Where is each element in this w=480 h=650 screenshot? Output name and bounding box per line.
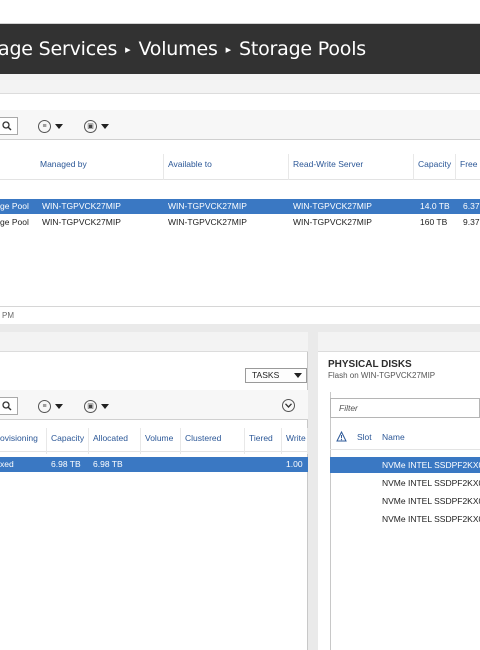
section-header-band bbox=[0, 74, 480, 94]
vdisk-write: 1.00 bbox=[286, 459, 303, 469]
pool-rw-server: WIN-TGPVCK27MIP bbox=[293, 217, 372, 227]
storage-pools-table-header: Managed by Available to Read-Write Serve… bbox=[0, 154, 480, 180]
physical-disks-section: PHYSICAL DISKS Flash on WIN-TGPVCK27MIP … bbox=[318, 332, 480, 650]
column-capacity[interactable]: Capacity bbox=[47, 428, 89, 454]
save-query-button[interactable]: ▣ bbox=[84, 117, 109, 135]
save-query-button[interactable]: ▣ bbox=[84, 397, 109, 415]
storage-pool-row[interactable]: ge Pool WIN-TGPVCK27MIP WIN-TGPVCK27MIP … bbox=[0, 215, 480, 230]
column-tiered[interactable]: Tiered bbox=[245, 428, 282, 454]
save-query-icon: ▣ bbox=[84, 399, 97, 413]
virtual-disks-section: TASKS ≡ ▣ ovisioning Capacity Allocated … bbox=[0, 332, 308, 650]
physical-disk-row[interactable]: NVMe INTEL SSDPF2KX0 bbox=[330, 511, 480, 527]
list-view-icon: ≡ bbox=[38, 399, 51, 413]
dropdown-arrow-icon bbox=[294, 373, 302, 378]
save-query-icon: ▣ bbox=[84, 119, 97, 133]
physical-disk-row[interactable]: NVMe INTEL SSDPF2KX0 bbox=[330, 493, 480, 509]
list-view-icon: ≡ bbox=[38, 119, 51, 133]
view-options-button[interactable]: ≡ bbox=[38, 397, 63, 415]
section-header-band bbox=[0, 332, 308, 352]
window-top-strip bbox=[0, 0, 480, 24]
pool-free: 6.37 bbox=[463, 201, 480, 211]
section-header-band bbox=[318, 332, 480, 352]
dropdown-arrow-icon bbox=[101, 123, 109, 129]
breadcrumb: age Services ▸ Volumes ▸ Storage Pools bbox=[0, 24, 366, 74]
pool-capacity: 14.0 TB bbox=[420, 201, 450, 211]
pool-capacity: 160 TB bbox=[420, 217, 448, 227]
navigation-titlebar: age Services ▸ Volumes ▸ Storage Pools bbox=[0, 24, 480, 74]
dropdown-arrow-icon bbox=[55, 123, 63, 129]
search-button[interactable] bbox=[0, 397, 18, 415]
disk-name: NVMe INTEL SSDPF2KX0 bbox=[382, 514, 480, 524]
storage-pools-section: ≡ ▣ Managed by Available to Read-Write S… bbox=[0, 74, 480, 324]
last-refreshed-status: PM bbox=[0, 306, 480, 324]
column-provisioning[interactable]: ovisioning bbox=[0, 428, 47, 454]
vdisk-provisioning: xed bbox=[0, 459, 14, 469]
physical-disks-table-header: Slot Name bbox=[330, 428, 480, 450]
storage-pool-row[interactable]: ge Pool WIN-TGPVCK27MIP WIN-TGPVCK27MIP … bbox=[0, 199, 480, 214]
column-free[interactable]: Free bbox=[456, 154, 480, 180]
pool-available-to: WIN-TGPVCK27MIP bbox=[168, 201, 247, 211]
column-allocated[interactable]: Allocated bbox=[89, 428, 141, 454]
pool-free: 9.37 bbox=[463, 217, 480, 227]
search-icon bbox=[2, 401, 12, 411]
filter-input[interactable]: Filter bbox=[330, 398, 480, 418]
disk-name: NVMe INTEL SSDPF2KX0 bbox=[382, 478, 480, 488]
column-write[interactable]: Write bbox=[282, 428, 308, 454]
virtual-disk-row[interactable]: xed 6.98 TB 6.98 TB 1.00 bbox=[0, 457, 308, 472]
column-clustered[interactable]: Clustered bbox=[181, 428, 245, 454]
pool-rw-server: WIN-TGPVCK27MIP bbox=[293, 201, 372, 211]
pool-managed-by: WIN-TGPVCK27MIP bbox=[42, 201, 121, 211]
column-capacity[interactable]: Capacity bbox=[414, 154, 456, 180]
disk-name: NVMe INTEL SSDPF2KX0 bbox=[382, 496, 480, 506]
vdisk-allocated: 6.98 TB bbox=[93, 459, 123, 469]
breadcrumb-separator-icon: ▸ bbox=[125, 43, 131, 56]
breadcrumb-item-storage-services[interactable]: age Services bbox=[0, 38, 117, 60]
disk-name: NVMe INTEL SSDPF2KX0 bbox=[382, 460, 480, 470]
tasks-dropdown[interactable]: TASKS bbox=[245, 368, 307, 383]
vdisk-capacity: 6.98 TB bbox=[51, 459, 81, 469]
column-available-to[interactable]: Available to bbox=[164, 154, 289, 180]
breadcrumb-separator-icon: ▸ bbox=[225, 43, 232, 56]
column-volume[interactable]: Volume bbox=[141, 428, 181, 454]
breadcrumb-item-storage-pools[interactable]: Storage Pools bbox=[239, 38, 366, 60]
physical-disks-title: PHYSICAL DISKS bbox=[328, 359, 412, 370]
breadcrumb-item-volumes[interactable]: Volumes bbox=[138, 38, 217, 60]
tasks-label: TASKS bbox=[252, 370, 280, 380]
search-button[interactable] bbox=[0, 117, 18, 135]
pool-available-to: WIN-TGPVCK27MIP bbox=[168, 217, 247, 227]
physical-disk-row[interactable]: NVMe INTEL SSDPF2KX0 bbox=[330, 457, 480, 473]
pool-managed-by: WIN-TGPVCK27MIP bbox=[42, 217, 121, 227]
column-managed-by[interactable]: Managed by bbox=[36, 154, 164, 180]
column-read-write-server[interactable]: Read-Write Server bbox=[289, 154, 414, 180]
pool-name: ge Pool bbox=[0, 217, 29, 227]
column-name[interactable]: Name bbox=[382, 432, 405, 442]
search-icon bbox=[2, 121, 12, 131]
view-options-button[interactable]: ≡ bbox=[38, 117, 63, 135]
physical-disks-subtitle: Flash on WIN-TGPVCK27MIP bbox=[328, 371, 436, 380]
expand-button[interactable] bbox=[282, 399, 295, 412]
column-slot[interactable]: Slot bbox=[357, 432, 372, 442]
storage-pools-toolbar: ≡ ▣ bbox=[0, 110, 480, 140]
warning-icon bbox=[336, 431, 347, 442]
expand-icon bbox=[285, 403, 292, 408]
virtual-disks-table-header: ovisioning Capacity Allocated Volume Clu… bbox=[0, 428, 308, 454]
dropdown-arrow-icon bbox=[101, 403, 109, 409]
virtual-disks-toolbar: ≡ ▣ bbox=[0, 390, 308, 420]
pool-name: ge Pool bbox=[0, 201, 29, 211]
physical-disk-row[interactable]: NVMe INTEL SSDPF2KX0 bbox=[330, 475, 480, 491]
dropdown-arrow-icon bbox=[55, 403, 63, 409]
